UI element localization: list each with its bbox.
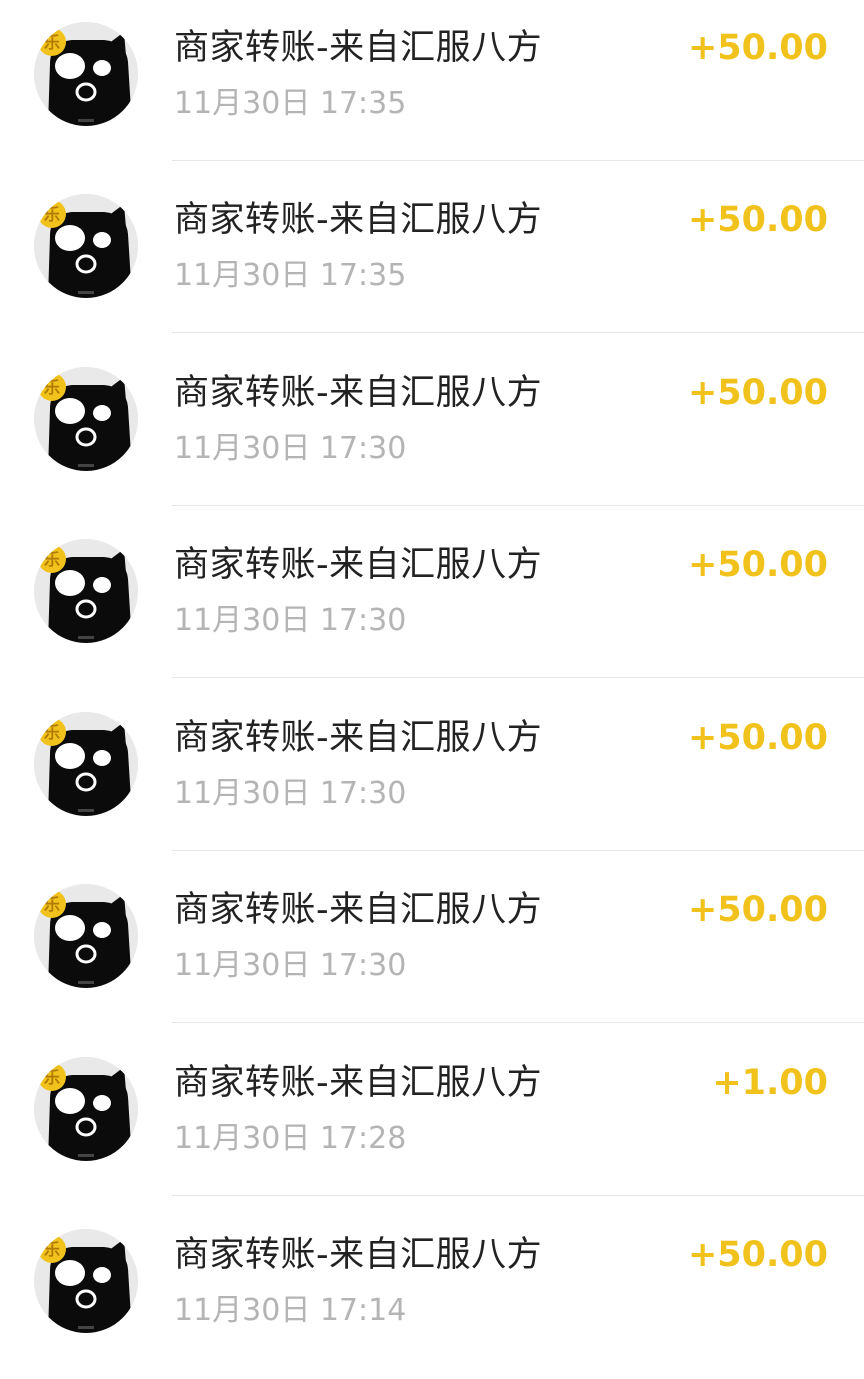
badge-icon: 乐 [38, 890, 66, 918]
transaction-row[interactable]: 乐 商家转账-来自汇服八方 11月30日 17:30 +50.00 [0, 862, 864, 1034]
transaction-amount: +50.00 [687, 718, 828, 758]
transaction-list: 乐 商家转账-来自汇服八方 11月30日 17:35 +50.00 乐 商家转账… [0, 0, 864, 1372]
transaction-time: 11月30日 17:30 [174, 603, 407, 638]
transaction-amount: +50.00 [687, 28, 828, 68]
transaction-time: 11月30日 17:35 [174, 258, 407, 293]
transaction-row[interactable]: 乐 商家转账-来自汇服八方 11月30日 17:30 +50.00 [0, 690, 864, 862]
transaction-title: 商家转账-来自汇服八方 [174, 890, 543, 930]
transaction-title: 商家转账-来自汇服八方 [174, 373, 543, 413]
svg-text:乐: 乐 [44, 895, 60, 914]
svg-text:乐: 乐 [44, 1068, 60, 1087]
merchant-avatar: 乐 [34, 712, 138, 816]
transaction-title: 商家转账-来自汇服八方 [174, 545, 543, 585]
transaction-time: 11月30日 17:30 [174, 948, 407, 983]
row-divider [172, 160, 864, 161]
badge-icon: 乐 [38, 1235, 66, 1263]
transaction-title: 商家转账-来自汇服八方 [174, 1235, 543, 1275]
transaction-time: 11月30日 17:28 [174, 1121, 407, 1156]
merchant-avatar: 乐 [34, 884, 138, 988]
transaction-row[interactable]: 乐 商家转账-来自汇服八方 11月30日 17:14 +50.00 [0, 1207, 864, 1379]
transaction-row[interactable]: 乐 商家转账-来自汇服八方 11月30日 17:35 +50.00 [0, 0, 864, 172]
row-divider [172, 1195, 864, 1196]
transaction-amount: +50.00 [687, 200, 828, 240]
merchant-avatar: 乐 [34, 22, 138, 126]
row-divider [172, 332, 864, 333]
svg-text:乐: 乐 [44, 723, 60, 742]
badge-icon: 乐 [38, 545, 66, 573]
transaction-title: 商家转账-来自汇服八方 [174, 1063, 543, 1103]
transaction-amount: +50.00 [687, 890, 828, 930]
merchant-avatar: 乐 [34, 539, 138, 643]
transaction-time: 11月30日 17:30 [174, 431, 407, 466]
badge-icon: 乐 [38, 1063, 66, 1091]
transaction-row[interactable]: 乐 商家转账-来自汇服八方 11月30日 17:35 +50.00 [0, 172, 864, 344]
badge-icon: 乐 [38, 373, 66, 401]
transaction-time: 11月30日 17:30 [174, 776, 407, 811]
transaction-time: 11月30日 17:35 [174, 86, 407, 121]
transaction-time: 11月30日 17:14 [174, 1293, 407, 1328]
transaction-title: 商家转账-来自汇服八方 [174, 28, 543, 68]
merchant-avatar: 乐 [34, 194, 138, 298]
transaction-title: 商家转账-来自汇服八方 [174, 718, 543, 758]
transaction-amount: +1.00 [712, 1063, 828, 1103]
merchant-avatar: 乐 [34, 1229, 138, 1333]
transaction-row[interactable]: 乐 商家转账-来自汇服八方 11月30日 17:28 +1.00 [0, 1035, 864, 1207]
transaction-row[interactable]: 乐 商家转账-来自汇服八方 11月30日 17:30 +50.00 [0, 517, 864, 689]
svg-text:乐: 乐 [44, 1240, 60, 1259]
transaction-row[interactable]: 乐 商家转账-来自汇服八方 11月30日 17:30 +50.00 [0, 345, 864, 517]
svg-text:乐: 乐 [44, 205, 60, 224]
badge-icon: 乐 [38, 28, 66, 56]
badge-icon: 乐 [38, 200, 66, 228]
row-divider [172, 850, 864, 851]
transaction-amount: +50.00 [687, 1235, 828, 1275]
svg-text:乐: 乐 [44, 550, 60, 569]
row-divider [172, 505, 864, 506]
merchant-avatar: 乐 [34, 1057, 138, 1161]
svg-text:乐: 乐 [44, 33, 60, 52]
svg-text:乐: 乐 [44, 378, 60, 397]
row-divider [172, 1022, 864, 1023]
transaction-amount: +50.00 [687, 373, 828, 413]
merchant-avatar: 乐 [34, 367, 138, 471]
transaction-amount: +50.00 [687, 545, 828, 585]
badge-icon: 乐 [38, 718, 66, 746]
transaction-title: 商家转账-来自汇服八方 [174, 200, 543, 240]
row-divider [172, 677, 864, 678]
